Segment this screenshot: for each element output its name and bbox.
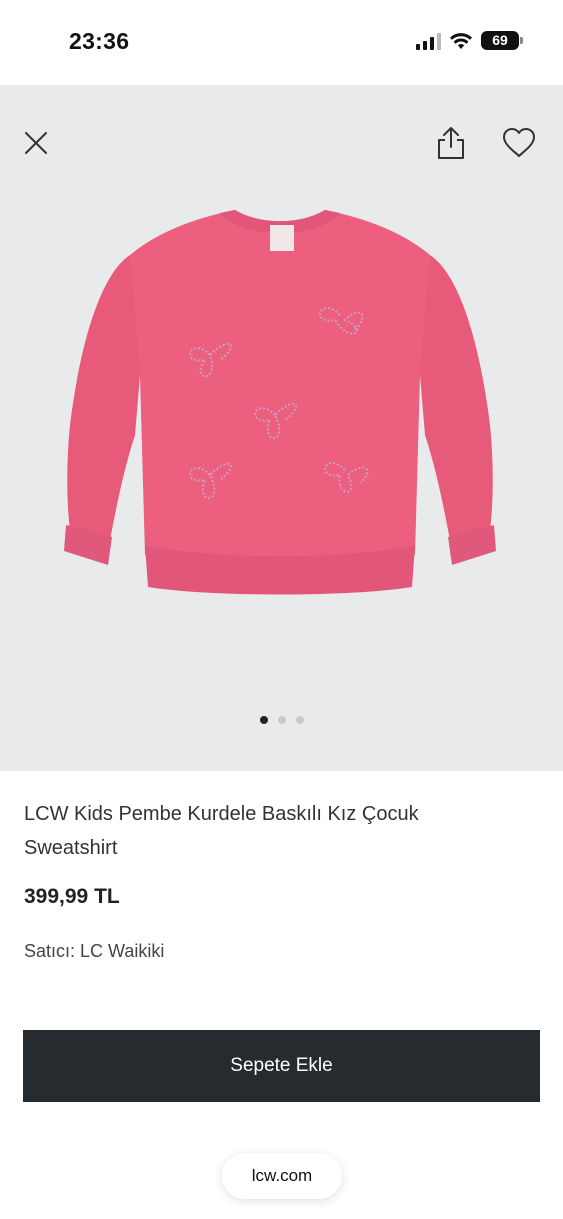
- close-button[interactable]: [20, 125, 52, 161]
- product-image[interactable]: [60, 195, 500, 595]
- cellular-signal-icon: [416, 32, 441, 50]
- gallery-pagination[interactable]: [0, 716, 563, 724]
- status-bar: 23:36 69: [0, 0, 563, 85]
- share-button[interactable]: [433, 123, 469, 163]
- pagination-dot-2[interactable]: [277, 716, 286, 724]
- pagination-dot-3[interactable]: [295, 716, 304, 724]
- share-icon: [438, 127, 464, 159]
- battery-indicator: 69: [481, 31, 523, 50]
- seller-info: Satıcı: LC Waikiki: [24, 941, 165, 961]
- status-time: 23:36: [69, 28, 130, 54]
- wifi-icon: [450, 32, 472, 49]
- status-icons: 69: [416, 31, 523, 50]
- close-icon: [25, 132, 47, 154]
- add-to-cart-button[interactable]: Sepete Ekle: [23, 1030, 540, 1102]
- product-gallery[interactable]: [0, 85, 563, 771]
- pagination-dot-1[interactable]: [259, 716, 268, 724]
- product-price: 399,99 TL: [24, 885, 120, 908]
- browser-url-bar[interactable]: lcw.com: [222, 1153, 342, 1199]
- favorite-button[interactable]: [500, 125, 538, 161]
- product-title: LCW Kids Pembe Kurdele Baskılı Kız Çocuk…: [24, 803, 419, 859]
- heart-icon: [503, 128, 535, 157]
